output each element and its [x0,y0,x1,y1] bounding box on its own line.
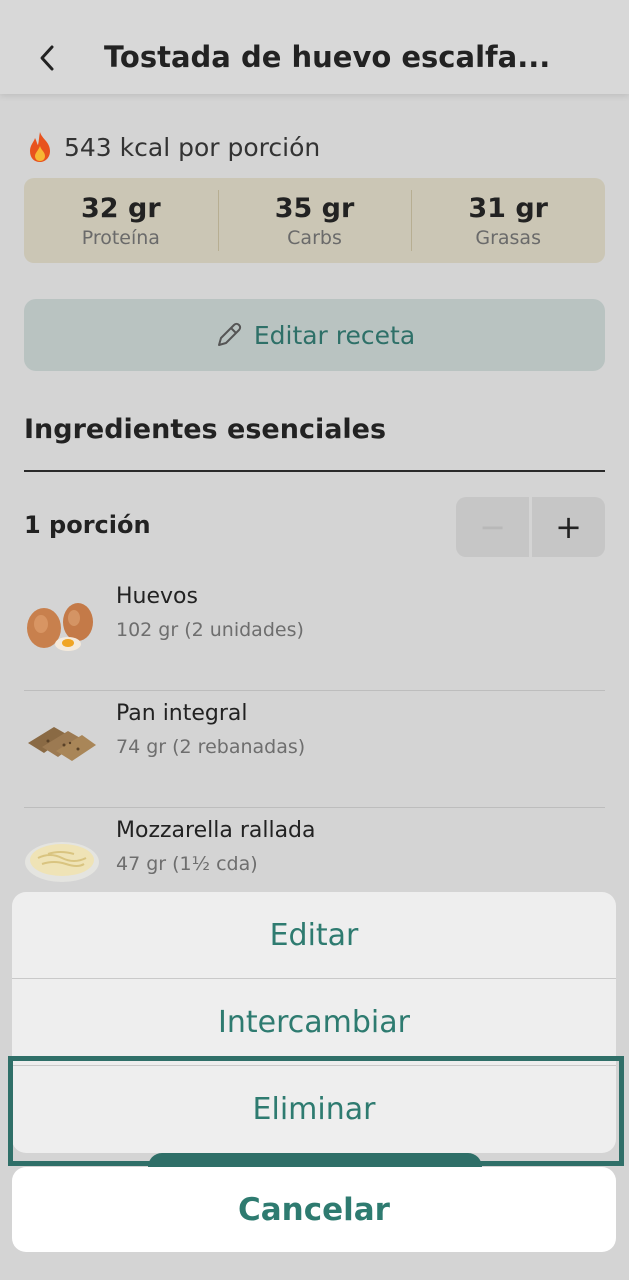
chevron-left-icon [40,45,54,71]
delete-action-button[interactable]: Eliminar [12,1066,616,1153]
ingredient-name: Pan integral [116,701,248,726]
macro-value: 32 gr [81,192,161,224]
ingredient-quantity: 102 gr (2 unidades) [116,619,304,641]
edit-recipe-label: Editar receta [253,320,416,350]
increase-portion-button[interactable]: + [532,497,605,557]
kcal-text: 543 kcal por porción [64,132,321,162]
back-button[interactable] [30,36,64,80]
macro-fats: 31 gr Grasas [411,178,605,263]
macro-carbs: 35 gr Carbs [217,178,412,263]
cancel-button[interactable]: Cancelar [12,1167,616,1252]
fire-icon [30,132,50,162]
portion-stepper: − + [456,497,605,557]
decrease-portion-button[interactable]: − [456,497,529,557]
macro-label: Proteína [81,226,160,249]
ingredient-quantity: 47 gr (1½ cda) [116,853,258,875]
ingredient-row[interactable]: Huevos 102 gr (2 unidades) [24,574,605,691]
top-bar: Tostada de huevo escalfa... [0,0,629,94]
hidden-bottom-button [148,1153,482,1167]
bread-image [28,727,96,761]
action-sheet: Editar Intercambiar Eliminar [12,892,616,1153]
eggs-image [27,603,93,651]
macro-value: 35 gr [274,192,355,224]
ingredient-quantity: 74 gr (2 rebanadas) [116,736,306,758]
macros-panel: 32 gr Proteína 35 gr Carbs 31 gr Grasas [24,178,605,263]
edit-recipe-button[interactable]: Editar receta [24,299,605,371]
edit-action-button[interactable]: Editar [12,892,616,979]
kcal-row: 543 kcal por porción [24,130,320,164]
section-divider [24,470,605,472]
mozzarella-image [25,842,99,882]
pencil-icon [217,322,241,346]
ingredient-row[interactable]: Pan integral 74 gr (2 rebanadas) [24,691,605,808]
swap-action-button[interactable]: Intercambiar [12,979,616,1066]
ingredient-name: Mozzarella rallada [116,818,316,843]
macro-protein: 32 gr Proteína [24,178,218,263]
macro-label: Carbs [287,226,342,249]
ingredient-name: Huevos [116,584,198,609]
macro-value: 31 gr [468,192,548,224]
ingredients-title: Ingredientes esenciales [24,414,387,445]
macro-label: Grasas [475,226,541,249]
portion-label: 1 porción [24,511,151,539]
page-title: Tostada de huevo escalfa... [104,40,551,74]
